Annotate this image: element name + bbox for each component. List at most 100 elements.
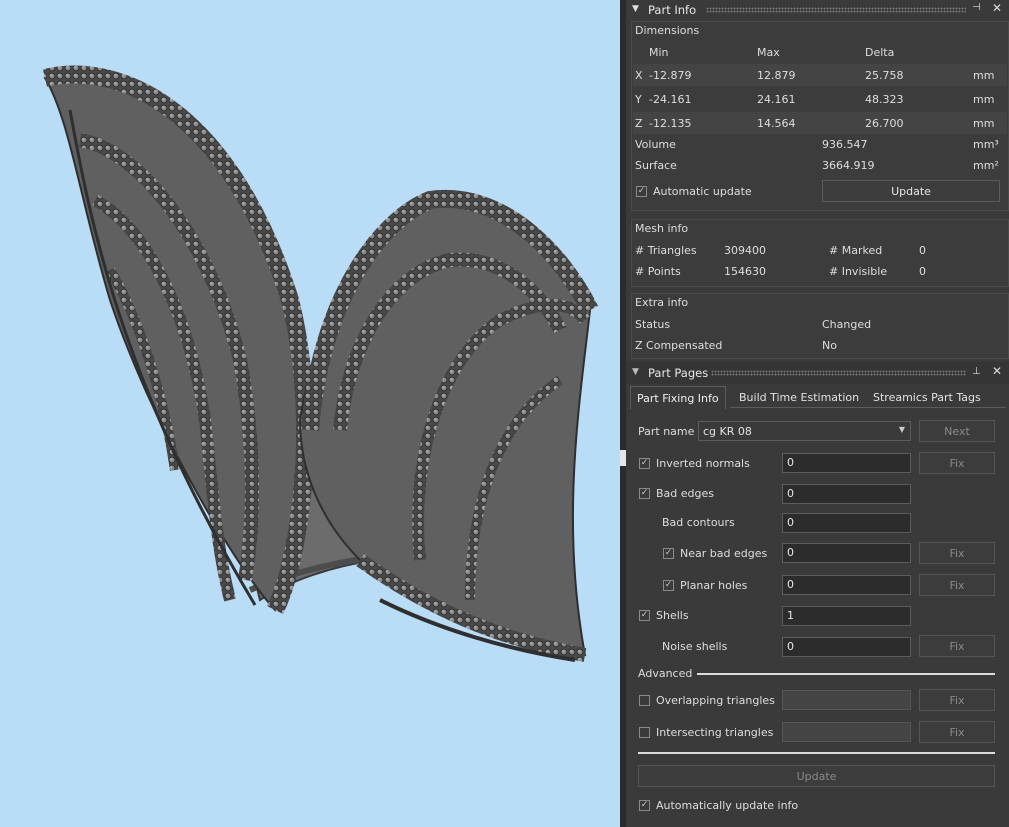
near-bad-edges-label: Near bad edges <box>680 547 768 560</box>
bad-edges-label: Bad edges <box>656 487 714 500</box>
intersecting-triangles-field[interactable] <box>782 722 911 742</box>
inverted-normals-checkbox[interactable]: ✓ <box>639 458 650 469</box>
marked-label: # Marked <box>829 244 883 257</box>
intersecting-triangles-fix-button[interactable]: Fix <box>919 721 995 743</box>
bad-contours-field[interactable]: 0 <box>782 513 911 533</box>
inverted-normals-field[interactable]: 0 <box>782 453 911 473</box>
chevron-down-icon: ▼ <box>898 425 905 434</box>
volume-value: 936.547 <box>822 138 868 151</box>
overlapping-triangles-fix-button[interactable]: Fix <box>919 689 995 711</box>
planar-holes-label: Planar holes <box>680 579 748 592</box>
surface-value: 3664.919 <box>822 159 875 172</box>
status-label: Status <box>635 318 671 331</box>
part-info-title: Part Info <box>648 3 697 17</box>
z-max: 14.564 <box>757 117 796 130</box>
x-max: 12.879 <box>757 69 796 82</box>
intersecting-triangles-checkbox[interactable] <box>639 727 650 738</box>
part-name-value: cg KR 08 <box>703 425 752 438</box>
bottom-divider <box>638 752 995 754</box>
invisible-label: # Invisible <box>829 265 888 278</box>
mesh-info-title: Mesh info <box>635 222 689 235</box>
bad-edges-field[interactable]: 0 <box>782 484 911 504</box>
noise-shells-fix-button[interactable]: Fix <box>919 635 995 657</box>
pin-icon[interactable]: ⊣ <box>972 2 981 13</box>
tab-streamics-part-tags[interactable]: Streamics Part Tags <box>873 386 981 408</box>
volume-unit: mm³ <box>973 138 999 151</box>
marked-value: 0 <box>919 244 926 257</box>
points-label: # Points <box>635 265 681 278</box>
inverted-normals-label: Inverted normals <box>656 457 750 470</box>
y-delta: 48.323 <box>865 93 904 106</box>
collapse-arrow-icon[interactable]: ▼ <box>632 4 639 14</box>
z-unit: mm <box>973 117 995 130</box>
planar-holes-fix-button[interactable]: Fix <box>919 574 995 596</box>
invisible-value: 0 <box>919 265 926 278</box>
collapse-arrow-icon[interactable]: ▼ <box>632 367 639 377</box>
z-compensated-value: No <box>822 339 837 352</box>
bad-edges-checkbox[interactable]: ✓ <box>639 488 650 499</box>
noise-shells-label: Noise shells <box>662 640 728 653</box>
title-grip <box>711 370 966 376</box>
near-bad-edges-checkbox[interactable]: ✓ <box>663 548 674 559</box>
status-value: Changed <box>822 318 872 331</box>
close-icon[interactable]: ✕ <box>992 1 1002 15</box>
part-pages-update-button[interactable]: Update <box>638 765 995 787</box>
next-button[interactable]: Next <box>919 420 995 442</box>
dimensions-update-button[interactable]: Update <box>822 180 1000 202</box>
y-unit: mm <box>973 93 995 106</box>
near-bad-edges-fix-button[interactable]: Fix <box>919 542 995 564</box>
noise-shells-field[interactable]: 0 <box>782 637 911 657</box>
surface-label: Surface <box>635 159 677 172</box>
automatic-update-checkbox[interactable]: ✓ <box>636 186 647 197</box>
planar-holes-field[interactable]: 0 <box>782 575 911 595</box>
triangles-value: 309400 <box>724 244 766 257</box>
close-icon[interactable]: ✕ <box>992 364 1002 378</box>
overlapping-triangles-label: Overlapping triangles <box>656 694 775 707</box>
header-delta: Delta <box>865 46 895 59</box>
inverted-normals-fix-button[interactable]: Fix <box>919 452 995 474</box>
mesh-info-section: Mesh info # Triangles 309400 # Marked 0 … <box>631 219 1009 287</box>
overlapping-triangles-checkbox[interactable] <box>639 695 650 706</box>
tab-build-time-estimation[interactable]: Build Time Estimation <box>739 386 859 408</box>
x-delta: 25.758 <box>865 69 904 82</box>
automatically-update-info-label: Automatically update info <box>656 799 799 812</box>
advanced-label: Advanced <box>638 667 693 680</box>
volume-label: Volume <box>635 138 676 151</box>
3d-viewport[interactable] <box>0 0 620 827</box>
side-panel: ▼ Part Info ⊣ ✕ Dimensions Min Max Delta… <box>626 0 1009 827</box>
shells-label: Shells <box>656 609 689 622</box>
axis-z-label: Z <box>635 117 643 130</box>
automatic-update-label: Automatic update <box>653 185 752 198</box>
axis-y-label: Y <box>635 93 642 106</box>
shells-field[interactable]: 1 <box>782 606 911 626</box>
tab-part-fixing-info[interactable]: Part Fixing Info <box>630 386 726 409</box>
shells-checkbox[interactable]: ✓ <box>639 610 650 621</box>
axis-x-label: X <box>635 69 643 82</box>
tab-bar-line <box>730 407 1006 408</box>
planar-holes-checkbox[interactable]: ✓ <box>663 580 674 591</box>
z-delta: 26.700 <box>865 117 904 130</box>
y-max: 24.161 <box>757 93 796 106</box>
points-value: 154630 <box>724 265 766 278</box>
near-bad-edges-field[interactable]: 0 <box>782 543 911 563</box>
dimensions-section: Dimensions Min Max Delta X -12.879 12.87… <box>631 21 1009 211</box>
part-name-label: Part name <box>638 425 695 438</box>
intersecting-triangles-label: Intersecting triangles <box>656 726 774 739</box>
overlapping-triangles-field[interactable] <box>782 690 911 710</box>
x-min: -12.879 <box>649 69 692 82</box>
pin-icon[interactable]: ⊥ <box>972 366 981 377</box>
part-name-select[interactable]: cg KR 08 ▼ <box>698 421 911 441</box>
ring-model[interactable] <box>0 0 620 827</box>
y-min: -24.161 <box>649 93 692 106</box>
triangles-label: # Triangles <box>635 244 697 257</box>
automatically-update-info-checkbox[interactable]: ✓ <box>639 800 650 811</box>
header-min: Min <box>649 46 669 59</box>
surface-unit: mm² <box>973 159 999 172</box>
dimensions-title: Dimensions <box>635 24 700 37</box>
part-pages-title: Part Pages <box>648 366 709 380</box>
x-unit: mm <box>973 69 995 82</box>
z-compensated-label: Z Compensated <box>635 339 723 352</box>
extra-info-section: Extra info Status Changed Z Compensated … <box>631 293 1009 359</box>
advanced-divider <box>697 673 995 675</box>
title-grip <box>706 7 966 13</box>
